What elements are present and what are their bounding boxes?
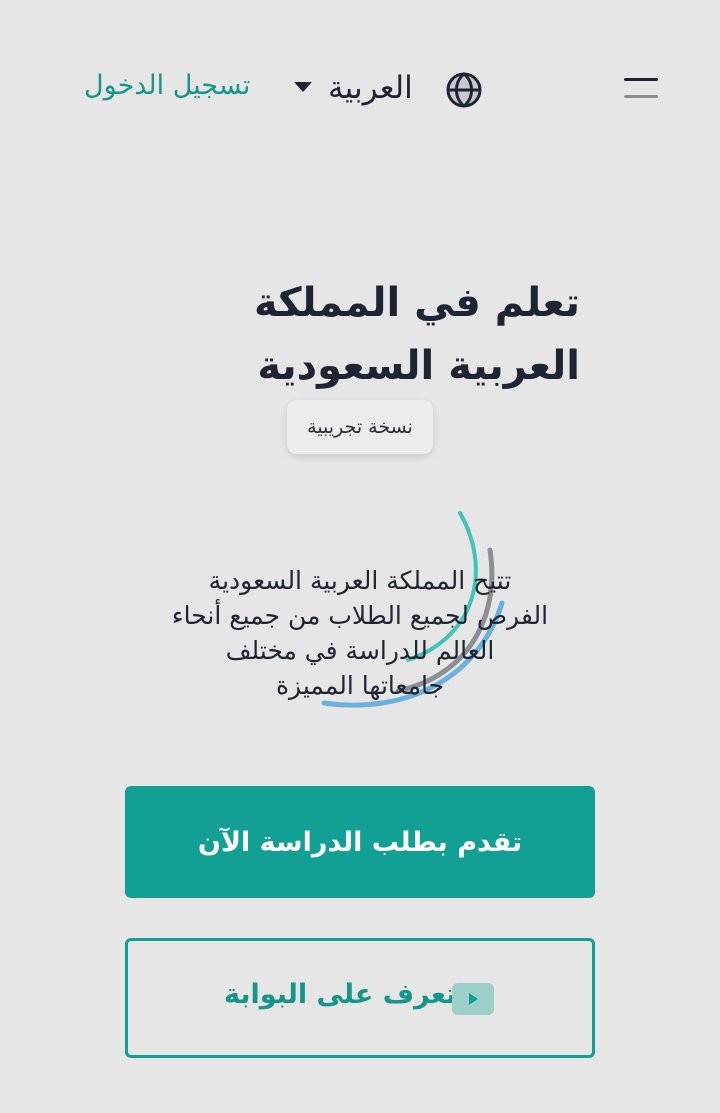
page-title-line-2: العربية السعودية bbox=[257, 343, 580, 389]
page: تسجيل الدخول العربية تعلم في المملكة الع… bbox=[0, 0, 720, 1113]
apply-now-button[interactable]: تقدم بطلب الدراسة الآن bbox=[125, 786, 595, 898]
hero-description-line: العالم للدراسة في مختلف bbox=[225, 636, 495, 665]
language-selector[interactable]: العربية bbox=[290, 66, 486, 114]
menu-line-bottom bbox=[624, 95, 658, 98]
hamburger-menu-icon[interactable] bbox=[624, 76, 658, 102]
hero-description: تتيح المملكة العربية السعودية الفرص لجمي… bbox=[120, 563, 600, 703]
play-icon bbox=[452, 983, 494, 1015]
caret-down-icon bbox=[294, 82, 312, 92]
learn-portal-button[interactable]: تعرف على البوابة bbox=[125, 938, 595, 1058]
apply-now-label: تقدم بطلب الدراسة الآن bbox=[197, 826, 523, 858]
page-title-line-1: تعلم في المملكة bbox=[253, 280, 580, 326]
language-label: العربية bbox=[328, 70, 413, 106]
hero-description-line: جامعاتها المميزة bbox=[275, 671, 445, 700]
learn-portal-label: تعرف على البوابة bbox=[224, 979, 457, 1010]
globe-icon bbox=[446, 72, 482, 108]
hero-description-line: تتيح المملكة العربية السعودية bbox=[208, 566, 512, 595]
page-title: تعلم في المملكة العربية السعودية bbox=[180, 272, 580, 398]
hero-description-line: الفرص لجميع الطلاب من جميع أنحاء bbox=[171, 601, 549, 630]
beta-badge: نسخة تجريبية bbox=[287, 400, 433, 454]
menu-line-top bbox=[624, 78, 658, 81]
login-link[interactable]: تسجيل الدخول bbox=[84, 70, 250, 101]
